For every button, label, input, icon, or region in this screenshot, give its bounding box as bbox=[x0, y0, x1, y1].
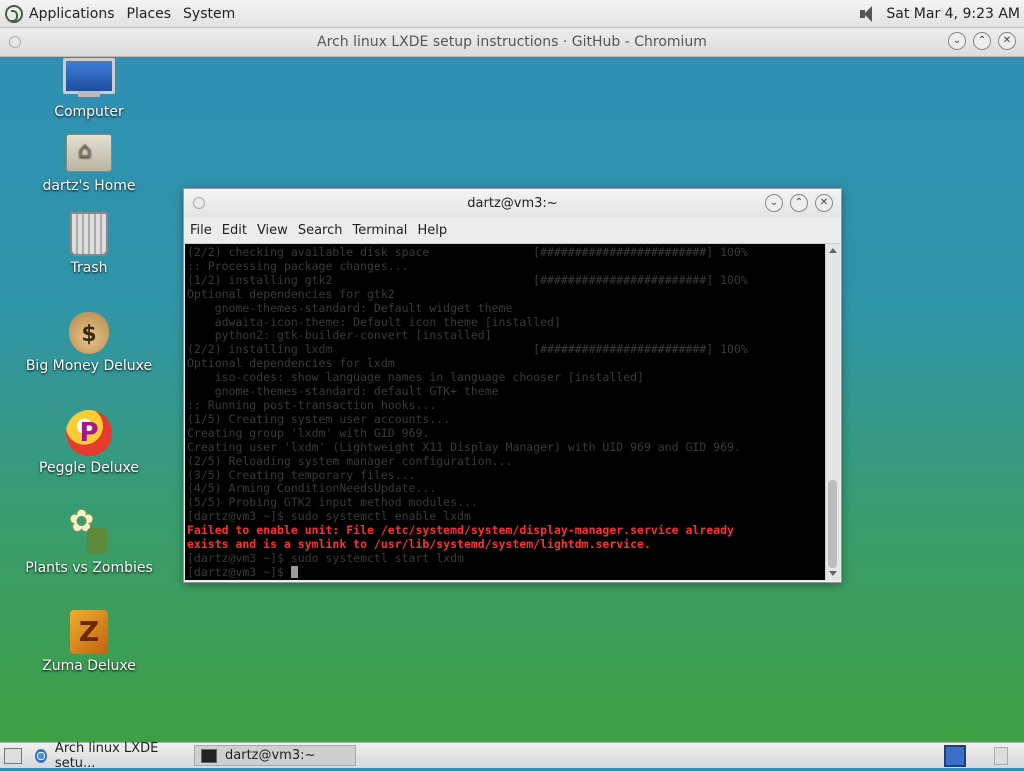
taskbar: Arch linux LXDE setu... dartz@vm3:~ bbox=[0, 741, 1024, 771]
speaker-icon[interactable] bbox=[858, 5, 878, 23]
window-menu-icon[interactable] bbox=[9, 36, 21, 48]
desktop-icon-label: Peggle Deluxe bbox=[39, 460, 139, 476]
terminal-line: (2/5) Reloading system manager configura… bbox=[187, 453, 513, 468]
terminal-line: (5/5) Probing GTK2 input method modules.… bbox=[187, 495, 478, 510]
browser-titlebar[interactable]: Arch linux LXDE setup instructions · Git… bbox=[0, 28, 1024, 57]
close-icon[interactable]: ✕ bbox=[815, 194, 833, 212]
task-label: dartz@vm3:~ bbox=[225, 748, 316, 763]
scroll-up-icon[interactable] bbox=[829, 248, 837, 253]
task-browser[interactable]: Arch linux LXDE setu... bbox=[28, 741, 188, 771]
menu-system[interactable]: System bbox=[183, 6, 235, 22]
terminal-line: iso-codes: show language names in langua… bbox=[187, 370, 644, 385]
terminal-line: [dartz@vm3 ~]$ bbox=[187, 565, 826, 580]
terminal-line: [dartz@vm3 ~]$ sudo systemctl enable lxd… bbox=[187, 509, 471, 524]
menu-help[interactable]: Help bbox=[417, 223, 447, 238]
terminal-scrollbar[interactable] bbox=[825, 244, 840, 580]
desktop-icon-peggle[interactable]: P Peggle Deluxe bbox=[19, 410, 159, 476]
terminal-line: (3/5) Creating temporary files... bbox=[187, 467, 416, 482]
desktop-icon-computer[interactable]: Computer bbox=[19, 58, 159, 120]
desktop-icon-label: dartz's Home bbox=[42, 178, 136, 194]
show-desktop-icon[interactable] bbox=[4, 747, 22, 764]
terminal-line: (1/5) Creating system user accounts... bbox=[187, 411, 451, 426]
maximize-icon[interactable]: ⌃ bbox=[973, 32, 991, 50]
menu-edit[interactable]: Edit bbox=[222, 223, 247, 238]
desktop-icon-zuma[interactable]: Z Zuma Deluxe bbox=[19, 610, 159, 674]
desktop-icon-home[interactable]: dartz's Home bbox=[19, 134, 159, 194]
menu-applications[interactable]: Applications bbox=[29, 6, 115, 22]
desktop-icon-label: Zuma Deluxe bbox=[42, 658, 136, 674]
maximize-icon[interactable]: ⌃ bbox=[790, 194, 808, 212]
terminal-line: python2: gtk-builder-convert [installed] bbox=[187, 328, 492, 343]
top-panel: Applications Places System Sat Mar 4, 9:… bbox=[0, 0, 1024, 28]
desktop-icon-label: Plants vs Zombies bbox=[25, 560, 153, 576]
trash-icon bbox=[70, 212, 108, 256]
desktop-icon-pvz[interactable]: Plants vs Zombies bbox=[19, 504, 159, 576]
desktop-icon-big-money[interactable]: $ Big Money Deluxe bbox=[19, 312, 159, 374]
terminal-line: Creating group 'lxdm' with GID 969. bbox=[187, 425, 430, 440]
desktop-icon-label: Computer bbox=[54, 104, 124, 120]
computer-icon bbox=[63, 58, 115, 97]
terminal-line: Creating user 'lxdm' (Lightweight X11 Di… bbox=[187, 439, 741, 454]
menu-view[interactable]: View bbox=[257, 223, 288, 238]
workspace-switcher-icon[interactable] bbox=[944, 744, 966, 767]
distro-logo-icon[interactable] bbox=[5, 4, 23, 23]
terminal-line: (4/5) Arming ConditionNeedsUpdate... bbox=[187, 481, 437, 496]
terminal-line: (1/2) installing gtk2 [#################… bbox=[187, 272, 748, 287]
terminal-line: gnome-themes-standard: default GTK+ them… bbox=[187, 384, 499, 399]
taskbar-tray bbox=[944, 744, 1008, 767]
menu-search[interactable]: Search bbox=[298, 223, 343, 238]
browser-window-title: Arch linux LXDE setup instructions · Git… bbox=[317, 34, 707, 50]
terminal-line: :: Running post-transaction hooks... bbox=[187, 397, 437, 412]
close-icon[interactable]: ✕ bbox=[998, 32, 1016, 50]
terminal-line: (2/2) checking available disk space [###… bbox=[187, 245, 748, 259]
terminal-error-line: exists and is a symlink to /usr/lib/syst… bbox=[187, 537, 651, 552]
scroll-down-icon[interactable] bbox=[829, 571, 837, 576]
terminal-menubar: File Edit View Search Terminal Help bbox=[184, 217, 841, 244]
menu-places[interactable]: Places bbox=[127, 6, 172, 22]
scrollbar-thumb[interactable] bbox=[828, 480, 837, 568]
minimize-icon[interactable]: ⌄ bbox=[948, 32, 966, 50]
home-folder-icon bbox=[66, 134, 112, 172]
terminal-line: Optional dependencies for gtk2 bbox=[187, 286, 395, 301]
terminal-line: [dartz@vm3 ~]$ sudo systemctl start lxdm bbox=[187, 550, 464, 565]
task-terminal[interactable]: dartz@vm3:~ bbox=[194, 745, 356, 766]
terminal-window: dartz@vm3:~ ⌄ ⌃ ✕ File Edit View Search … bbox=[183, 188, 842, 583]
desktop-icon-label: Trash bbox=[70, 260, 108, 276]
chromium-icon bbox=[35, 748, 47, 763]
terminal-line: Optional dependencies for lxdm bbox=[187, 356, 395, 371]
peggle-icon: P bbox=[66, 410, 112, 456]
panel-tray: Sat Mar 4, 9:23 AM bbox=[858, 5, 1020, 23]
terminal-title: dartz@vm3:~ bbox=[467, 195, 558, 211]
terminal-line: adwaita-icon-theme: Default icon theme [… bbox=[187, 314, 561, 329]
money-bag-icon: $ bbox=[69, 312, 109, 354]
menu-terminal[interactable]: Terminal bbox=[352, 223, 407, 238]
trash-applet-icon[interactable] bbox=[994, 746, 1008, 765]
clock[interactable]: Sat Mar 4, 9:23 AM bbox=[886, 6, 1020, 22]
zuma-icon: Z bbox=[70, 610, 108, 654]
minimize-icon[interactable]: ⌄ bbox=[765, 194, 783, 212]
terminal-error-line: Failed to enable unit: File /etc/systemd… bbox=[187, 523, 734, 538]
terminal-cursor bbox=[290, 566, 298, 579]
browser-window-controls: ⌄ ⌃ ✕ bbox=[948, 32, 1016, 50]
terminal-line: gnome-themes-standard: Default widget th… bbox=[187, 300, 513, 315]
terminal-output[interactable]: (2/2) checking available disk space [###… bbox=[185, 244, 826, 580]
desktop-icon-trash[interactable]: Trash bbox=[19, 212, 159, 276]
menu-file[interactable]: File bbox=[190, 223, 212, 238]
window-menu-icon[interactable] bbox=[193, 197, 205, 209]
terminal-line: (2/2) installing lxdm [#################… bbox=[187, 342, 748, 357]
terminal-titlebar[interactable]: dartz@vm3:~ ⌄ ⌃ ✕ bbox=[184, 189, 841, 217]
task-label: Arch linux LXDE setu... bbox=[54, 740, 159, 771]
terminal-window-controls: ⌄ ⌃ ✕ bbox=[765, 194, 833, 212]
desktop-icon-label: Big Money Deluxe bbox=[25, 358, 153, 374]
terminal-icon bbox=[201, 748, 217, 763]
terminal-line: :: Processing package changes... bbox=[187, 258, 409, 273]
plant-icon bbox=[67, 504, 111, 556]
